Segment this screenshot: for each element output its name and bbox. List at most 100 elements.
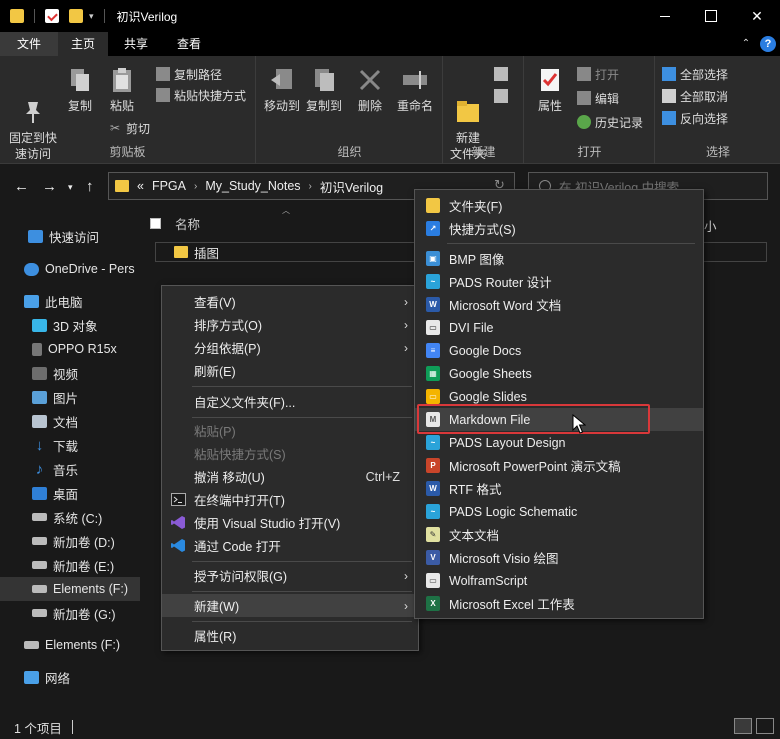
submenu-item-shortcut[interactable]: ↗ 快捷方式(S) [415,217,703,240]
submenu-item-word[interactable]: W Microsoft Word 文档 [415,293,703,316]
submenu-item-bmp[interactable]: ▣ BMP 图像 [415,247,703,270]
forward-arrow-icon[interactable]: → [42,178,57,195]
chevron-right-icon[interactable]: › [309,181,312,192]
maximize-button[interactable] [688,0,734,32]
copy-path-button[interactable]: 复制路径 [156,64,222,84]
nav-item-phone[interactable]: OPPO R15x [0,337,140,361]
wolfram-icon: ▭ [426,573,440,588]
recent-locations-icon[interactable]: ▾ [68,182,73,193]
nav-item-videos[interactable]: 视频 [0,361,140,385]
breadcrumb-item[interactable]: FPGA [152,179,186,193]
submenu-item-visio[interactable]: V Microsoft Visio 绘图 [415,546,703,569]
nav-item-quick-access[interactable]: 快速访问 [0,224,140,248]
nav-item-drive-c[interactable]: 系统 (C:) [0,505,140,529]
menu-item-view[interactable]: 查看(V) › [162,290,418,313]
tab-file[interactable]: 文件 [0,32,58,56]
details-view-icon[interactable] [734,718,752,734]
nav-item-drive-g[interactable]: 新加卷 (G:) [0,601,140,625]
submenu-item-pads-logic[interactable]: ~ PADS Logic Schematic [415,500,703,523]
submenu-item-rtf[interactable]: W RTF 格式 [415,477,703,500]
scissors-icon: ✂ [109,121,121,135]
nav-item-3d-objects[interactable]: 3D 对象 [0,313,140,337]
select-none-button[interactable]: 全部取消 [662,86,728,106]
copy-to-button[interactable]: 复制到 [303,66,345,114]
submenu-item-folder[interactable]: 文件夹(F) [415,194,703,217]
invert-selection-button[interactable]: 反向选择 [662,108,728,128]
menu-item-undo[interactable]: 撤消 移动(U) Ctrl+Z [162,465,418,488]
new-item-button[interactable] [494,64,512,84]
new-item-icon [494,67,508,81]
submenu-item-google-sheets[interactable]: ▦ Google Sheets [415,362,703,385]
menu-item-refresh[interactable]: 刷新(E) [162,359,418,382]
menu-item-group[interactable]: 分组依据(P) › [162,336,418,359]
submenu-item-powerpoint[interactable]: P Microsoft PowerPoint 演示文稿 [415,454,703,477]
chevron-right-icon[interactable]: › [194,181,197,192]
up-arrow-icon[interactable]: ↑ [86,178,94,195]
rename-button[interactable]: 重命名 [393,66,437,114]
submenu-item-pads-router[interactable]: ~ PADS Router 设计 [415,270,703,293]
submenu-item-text-document[interactable]: ✎ 文本文档 [415,523,703,546]
breadcrumb-item[interactable]: 初识Verilog [320,177,383,196]
breadcrumb-overflow[interactable]: « [137,179,144,193]
google-sheets-icon: ▦ [426,366,440,381]
minimize-button[interactable] [642,0,688,32]
nav-item-drive-e[interactable]: 新加卷 (E:) [0,553,140,577]
history-button[interactable]: 历史记录 [577,112,643,132]
help-icon[interactable]: ? [760,36,776,52]
ribbon: 固定到快 速访问 复制 粘贴 复制路径 粘贴快捷方式 ✂ 剪切 剪贴板 移动到 … [0,56,780,164]
select-all-button[interactable]: 全部选择 [662,64,728,84]
breadcrumb-item[interactable]: My_Study_Notes [205,179,300,193]
delete-button[interactable]: 删除 [353,66,387,114]
column-size-header[interactable]: 小 [704,216,717,235]
rename-icon [401,66,429,94]
menu-item-new[interactable]: 新建(W) › [162,594,418,617]
large-icons-view-icon[interactable] [756,718,774,734]
submenu-item-wolframscript[interactable]: ▭ WolframScript [415,569,703,592]
menu-item-paste: 粘贴(P) [194,425,236,439]
nav-item-music[interactable]: ♪ 音乐 [0,457,140,481]
easy-access-button[interactable] [494,86,512,106]
submenu-item-excel[interactable]: X Microsoft Excel 工作表 [415,592,703,615]
nav-item-documents[interactable]: 文档 [0,409,140,433]
nav-item-pictures[interactable]: 图片 [0,385,140,409]
paste-button[interactable]: 粘贴 [104,66,140,114]
paste-shortcut-button[interactable]: 粘贴快捷方式 [156,85,246,105]
back-arrow-icon[interactable]: ← [14,178,29,195]
tab-view[interactable]: 查看 [164,32,214,56]
properties-icon[interactable] [45,9,59,23]
menu-item-code[interactable]: 通过 Code 打开 [162,534,418,557]
copy-button[interactable]: 复制 [62,66,98,114]
move-to-button[interactable]: 移动到 [261,66,303,114]
properties-button[interactable]: 属性 [529,66,571,114]
new-folder-icon[interactable] [69,9,83,23]
tab-share[interactable]: 共享 [112,32,160,56]
submenu-item-dvi[interactable]: ▭ DVI File [415,316,703,339]
nav-item-downloads[interactable]: ↓ 下载 [0,433,140,457]
ribbon-collapse-icon[interactable]: ⌃ [738,36,754,52]
select-all-checkbox[interactable] [150,217,161,229]
nav-item-elements-f[interactable]: Elements (F:) [0,633,140,657]
nav-item-network[interactable]: 网络 [0,665,140,689]
edit-button[interactable]: 编辑 [577,88,619,108]
menu-item-visual-studio[interactable]: 使用 Visual Studio 打开(V) [162,511,418,534]
nav-item-onedrive[interactable]: OneDrive - Pers [0,257,140,281]
tab-home[interactable]: 主页 [58,32,108,56]
menu-item-sort[interactable]: 排序方式(O) › [162,313,418,336]
select-group-label: 选择 [705,145,730,159]
menu-item-properties[interactable]: 属性(R) [162,624,418,647]
menu-item-customize[interactable]: 自定义文件夹(F)... [162,390,418,413]
select-group: 全部选择 全部取消 反向选择 选择 [656,56,780,164]
submenu-item-google-docs[interactable]: ≡ Google Docs [415,339,703,362]
cut-button[interactable]: ✂ 剪切 [108,118,150,138]
customize-toolbar-icon[interactable]: ▾ [89,11,94,22]
menu-item-grant-access[interactable]: 授予访问权限(G) › [162,564,418,587]
nav-item-drive-f[interactable]: Elements (F:) [0,577,140,601]
column-name-header[interactable]: 名称 [175,214,200,233]
open-button[interactable]: 打开 [577,64,619,84]
nav-item-desktop[interactable]: 桌面 [0,481,140,505]
submenu-item-pads-layout[interactable]: ~ PADS Layout Design [415,431,703,454]
menu-item-terminal[interactable]: 在终端中打开(T) [162,488,418,511]
nav-item-drive-d[interactable]: 新加卷 (D:) [0,529,140,553]
nav-item-this-pc[interactable]: 此电脑 [0,289,140,313]
close-button[interactable]: ✕ [734,0,780,32]
